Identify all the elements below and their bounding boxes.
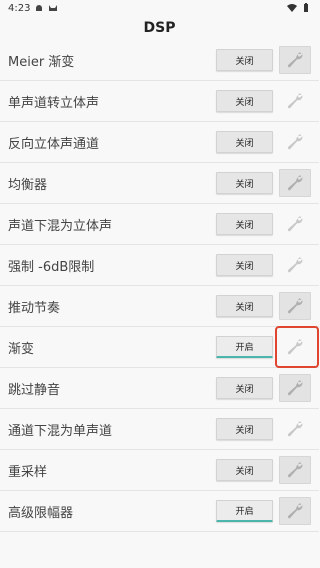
wrench-icon: [287, 215, 303, 232]
wrench-icon: [287, 502, 303, 519]
wrench-icon: [287, 174, 303, 191]
dsp-row: 通道下混为单声道 关闭: [0, 409, 319, 450]
toggle-button[interactable]: 关闭: [216, 295, 273, 317]
dsp-row-label: 推动节奏: [8, 300, 61, 316]
dsp-row: 声道下混为立体声 关闭: [0, 204, 319, 245]
dsp-row: 单声道转立体声 关闭: [0, 81, 319, 122]
status-bar: 4:23: [0, 0, 319, 16]
dsp-row: 强制 -6dB限制 关闭: [0, 245, 319, 286]
dsp-row: 推动节奏 关闭: [0, 286, 319, 327]
toggle-button[interactable]: 关闭: [216, 254, 273, 276]
dsp-row-label: 均衡器: [8, 177, 48, 193]
wrench-icon: [287, 256, 303, 273]
settings-button[interactable]: [279, 292, 311, 320]
status-left: 4:23: [8, 3, 58, 14]
dsp-row: 均衡器 关闭: [0, 163, 319, 204]
settings-button[interactable]: [279, 210, 311, 238]
toggle-button[interactable]: 关闭: [216, 131, 273, 153]
settings-button[interactable]: [279, 333, 311, 361]
status-time: 4:23: [8, 2, 31, 14]
dsp-row-label: 渐变: [8, 341, 35, 357]
dsp-row-label: 反向立体声通道: [8, 136, 100, 152]
dsp-row: 渐变 开启: [0, 327, 319, 368]
dsp-row: Meier 渐变 关闭: [0, 40, 319, 81]
toggle-button[interactable]: 关闭: [216, 459, 273, 481]
settings-button[interactable]: [279, 128, 311, 156]
wrench-icon: [287, 338, 303, 355]
toggle-button[interactable]: 关闭: [216, 172, 273, 194]
page-title: DSP: [143, 20, 176, 36]
status-right: [287, 3, 311, 13]
wifi-icon: [287, 4, 297, 12]
dsp-row: 高级限幅器 开启: [0, 491, 319, 532]
settings-button[interactable]: [279, 251, 311, 279]
toggle-button[interactable]: 关闭: [216, 49, 273, 71]
dsp-list: Meier 渐变 关闭 单声道转立体声 关闭 反向立体声通道 关闭 均衡器 关闭 声道下混为立体…: [0, 40, 319, 532]
settings-button[interactable]: [279, 415, 311, 443]
battery-icon: [304, 3, 308, 12]
wrench-icon: [287, 92, 303, 109]
toggle-button[interactable]: 关闭: [216, 418, 273, 440]
wrench-icon: [287, 51, 303, 68]
toggle-button[interactable]: 关闭: [216, 213, 273, 235]
settings-button[interactable]: [279, 46, 311, 74]
settings-button[interactable]: [279, 456, 311, 484]
dsp-row-label: 单声道转立体声: [8, 95, 100, 111]
toggle-button[interactable]: 关闭: [216, 377, 273, 399]
dsp-row-label: Meier 渐变: [8, 54, 75, 70]
dsp-row: 重采样 关闭: [0, 450, 319, 491]
dsp-row-label: 强制 -6dB限制: [8, 259, 95, 275]
wrench-icon: [287, 461, 303, 478]
dsp-row-label: 高级限幅器: [8, 505, 74, 521]
settings-button[interactable]: [279, 169, 311, 197]
toggle-button[interactable]: 关闭: [216, 90, 273, 112]
wrench-icon: [287, 133, 303, 150]
android-icon: [36, 5, 43, 11]
settings-button[interactable]: [279, 497, 311, 525]
dsp-row: 反向立体声通道 关闭: [0, 122, 319, 163]
settings-button[interactable]: [279, 87, 311, 115]
dsp-row-label: 通道下混为单声道: [8, 423, 113, 439]
wrench-icon: [287, 379, 303, 396]
wrench-icon: [287, 420, 303, 437]
dsp-row: 跳过静音 关闭: [0, 368, 319, 409]
dsp-row-label: 声道下混为立体声: [8, 218, 113, 234]
cat-icon: [49, 5, 58, 11]
dsp-row-label: 重采样: [8, 464, 48, 480]
wrench-icon: [287, 297, 303, 314]
toggle-button[interactable]: 开启: [216, 500, 273, 522]
settings-button[interactable]: [279, 374, 311, 402]
toggle-button[interactable]: 开启: [216, 336, 273, 358]
dsp-row-label: 跳过静音: [8, 382, 61, 398]
